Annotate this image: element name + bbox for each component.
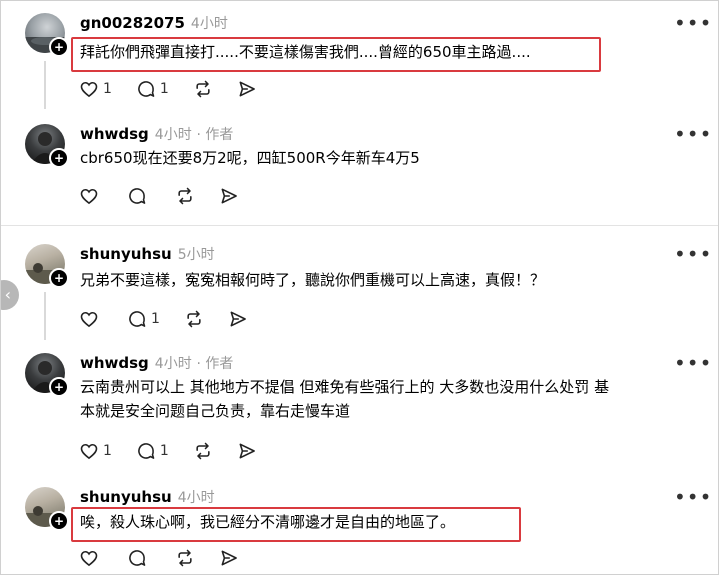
post-header: whwdsg 4小时 · 作者	[80, 124, 233, 144]
action-bar: 1 1	[79, 439, 281, 463]
thread-divider	[1, 225, 718, 226]
post-header: shunyuhsu 5小时	[80, 244, 215, 264]
post-text: 拜託你們飛彈直接打.....不要這樣傷害我們....曾經的650車主路過....	[80, 43, 531, 61]
avatar[interactable]: +	[25, 124, 69, 168]
repost-button[interactable]	[175, 184, 195, 208]
reply-button[interactable]	[127, 546, 151, 570]
reply-button[interactable]: 1	[136, 77, 169, 101]
post-text: 唉，殺人珠心啊，我已經分不清哪邊才是自由的地區了。	[80, 513, 456, 531]
share-button[interactable]	[237, 77, 257, 101]
comment-icon	[138, 443, 155, 459]
thread-line	[44, 292, 46, 340]
post-text: 云南贵州可以上 其他地方不提倡 但难免有些强行上的 大多数也没用什么处罚 基	[80, 378, 610, 396]
username[interactable]: whwdsg	[80, 354, 149, 372]
like-button[interactable]: 1	[79, 439, 112, 463]
reply-button[interactable]: 1	[136, 439, 169, 463]
more-icon[interactable]: •••	[674, 242, 712, 266]
repost-icon	[196, 442, 210, 460]
comment-icon	[138, 81, 155, 97]
comment-icon	[129, 311, 146, 327]
thread-line	[44, 61, 46, 109]
follow-plus-icon[interactable]: +	[49, 511, 69, 531]
repost-icon	[178, 187, 192, 205]
follow-plus-icon[interactable]: +	[49, 148, 69, 168]
timestamp: 4小时	[190, 16, 228, 32]
action-bar: 1 1	[79, 77, 281, 101]
action-bar: 1	[79, 307, 272, 331]
timestamp: 5小时	[177, 247, 215, 263]
heart-icon	[80, 311, 98, 328]
timestamp: 4小时	[154, 356, 192, 372]
avatar[interactable]: +	[25, 487, 69, 531]
follow-plus-icon[interactable]: +	[49, 377, 69, 397]
repost-button[interactable]	[193, 77, 213, 101]
username[interactable]: shunyuhsu	[80, 245, 172, 263]
avatar[interactable]: +	[25, 353, 69, 397]
author-tag: · 作者	[196, 127, 234, 143]
post-header: gn00282075 4小时	[80, 13, 228, 33]
heart-icon	[80, 443, 98, 460]
thread-view: + gn00282075 4小时 ••• 拜託你們飛彈直接打.....不要這樣傷害…	[0, 0, 719, 575]
comment-icon	[129, 188, 146, 204]
reply-button[interactable]: 1	[127, 307, 160, 331]
post-text: cbr650现在还要8万2呢，四缸500R今年新车4万5	[80, 149, 420, 167]
heart-icon	[80, 188, 98, 205]
share-button[interactable]	[219, 184, 239, 208]
repost-icon	[187, 310, 201, 328]
more-icon[interactable]: •••	[674, 351, 712, 375]
repost-button[interactable]	[193, 439, 213, 463]
follow-plus-icon[interactable]: +	[49, 268, 69, 288]
reply-count: 1	[151, 311, 160, 327]
share-button[interactable]	[228, 307, 248, 331]
like-button[interactable]	[79, 307, 103, 331]
repost-icon	[196, 80, 210, 98]
reply-count: 1	[159, 81, 169, 97]
timestamp: 4小时	[154, 127, 192, 143]
share-button[interactable]	[219, 546, 239, 570]
reply-count: 1	[159, 443, 169, 459]
post-text: 本就是安全问题自己负责，靠右走慢车道	[80, 402, 351, 420]
post-header: whwdsg 4小时 · 作者	[80, 353, 233, 373]
send-icon	[230, 311, 246, 327]
send-icon	[239, 81, 255, 97]
avatar[interactable]: +	[25, 244, 69, 288]
heart-icon	[80, 81, 98, 98]
follow-plus-icon[interactable]: +	[49, 37, 69, 57]
chevron-left-icon[interactable]: ‹	[1, 280, 19, 310]
share-button[interactable]	[237, 439, 257, 463]
timestamp: 4小时	[177, 490, 215, 506]
post-text: 兄弟不要這樣，寃寃相報何時了，聽說你們重機可以上高速，真假！？	[80, 271, 546, 289]
repost-button[interactable]	[175, 546, 195, 570]
more-icon[interactable]: •••	[674, 485, 712, 509]
comment-icon	[129, 550, 146, 566]
username[interactable]: shunyuhsu	[80, 488, 172, 506]
like-count: 1	[103, 81, 112, 97]
send-icon	[221, 550, 237, 566]
username[interactable]: whwdsg	[80, 125, 149, 143]
avatar[interactable]: +	[25, 13, 69, 57]
post-header: shunyuhsu 4小时	[80, 487, 215, 507]
repost-button[interactable]	[184, 307, 204, 331]
like-button[interactable]	[79, 546, 103, 570]
more-icon[interactable]: •••	[674, 122, 712, 146]
heart-icon	[80, 550, 98, 567]
author-tag: · 作者	[196, 356, 234, 372]
more-icon[interactable]: •••	[674, 11, 712, 35]
like-count: 1	[103, 443, 112, 459]
username[interactable]: gn00282075	[80, 14, 185, 32]
repost-icon	[178, 549, 192, 567]
send-icon	[221, 188, 237, 204]
reply-button[interactable]	[127, 184, 151, 208]
action-bar	[79, 546, 263, 570]
send-icon	[239, 443, 255, 459]
like-button[interactable]: 1	[79, 77, 112, 101]
action-bar	[79, 184, 263, 208]
like-button[interactable]	[79, 184, 103, 208]
